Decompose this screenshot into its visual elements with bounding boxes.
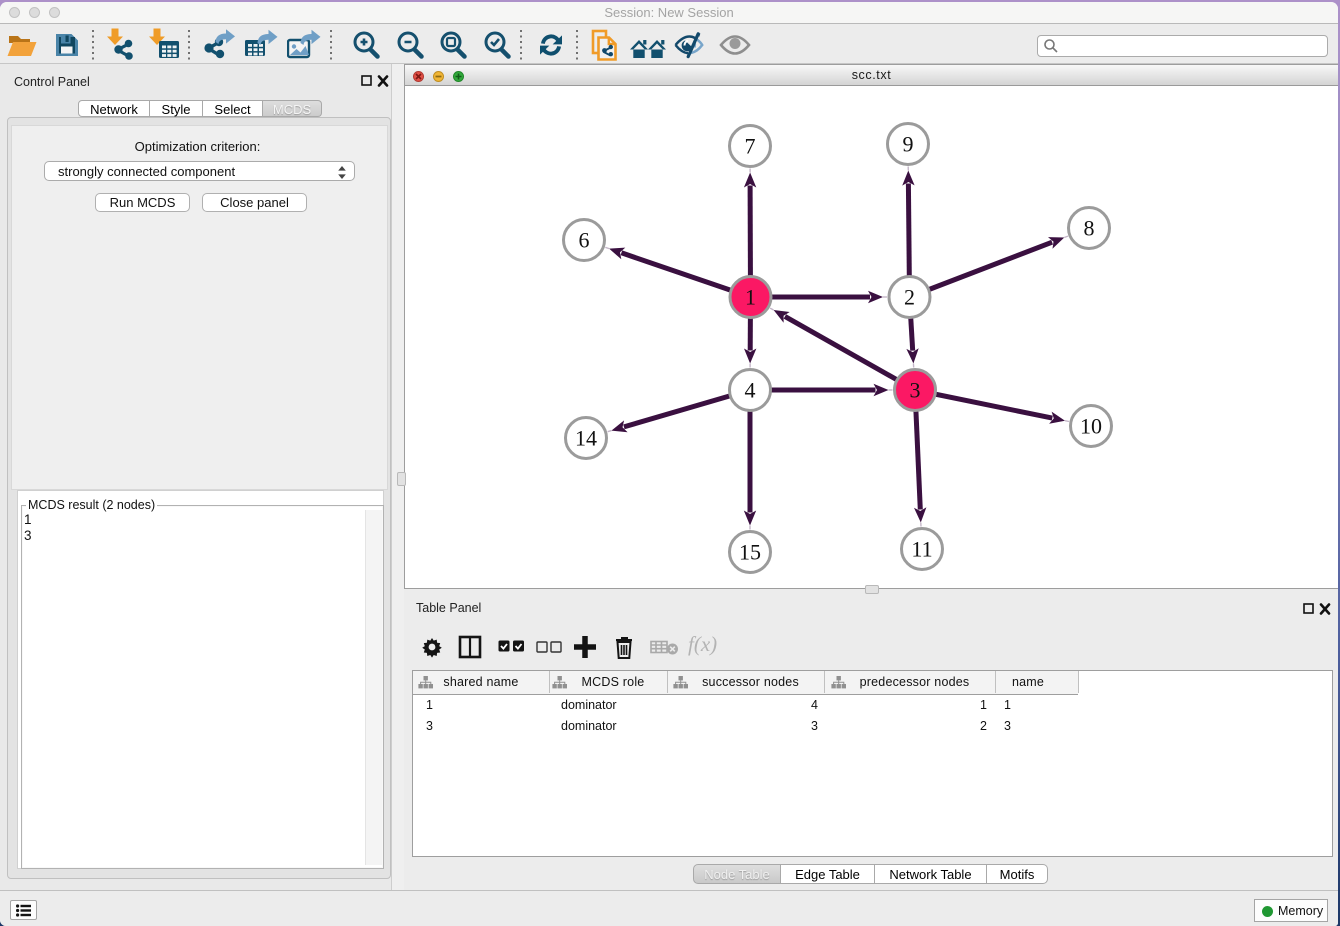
svg-text:15: 15: [739, 540, 761, 565]
svg-text:14: 14: [575, 426, 597, 451]
svg-text:1: 1: [745, 285, 756, 310]
svg-text:2: 2: [904, 285, 915, 310]
svg-text:6: 6: [579, 228, 590, 253]
svg-text:3: 3: [910, 378, 921, 403]
svg-text:10: 10: [1080, 414, 1102, 439]
svg-text:4: 4: [745, 378, 756, 403]
svg-text:7: 7: [745, 134, 756, 159]
svg-text:11: 11: [911, 537, 932, 562]
svg-text:9: 9: [903, 132, 914, 157]
svg-text:8: 8: [1084, 216, 1095, 241]
